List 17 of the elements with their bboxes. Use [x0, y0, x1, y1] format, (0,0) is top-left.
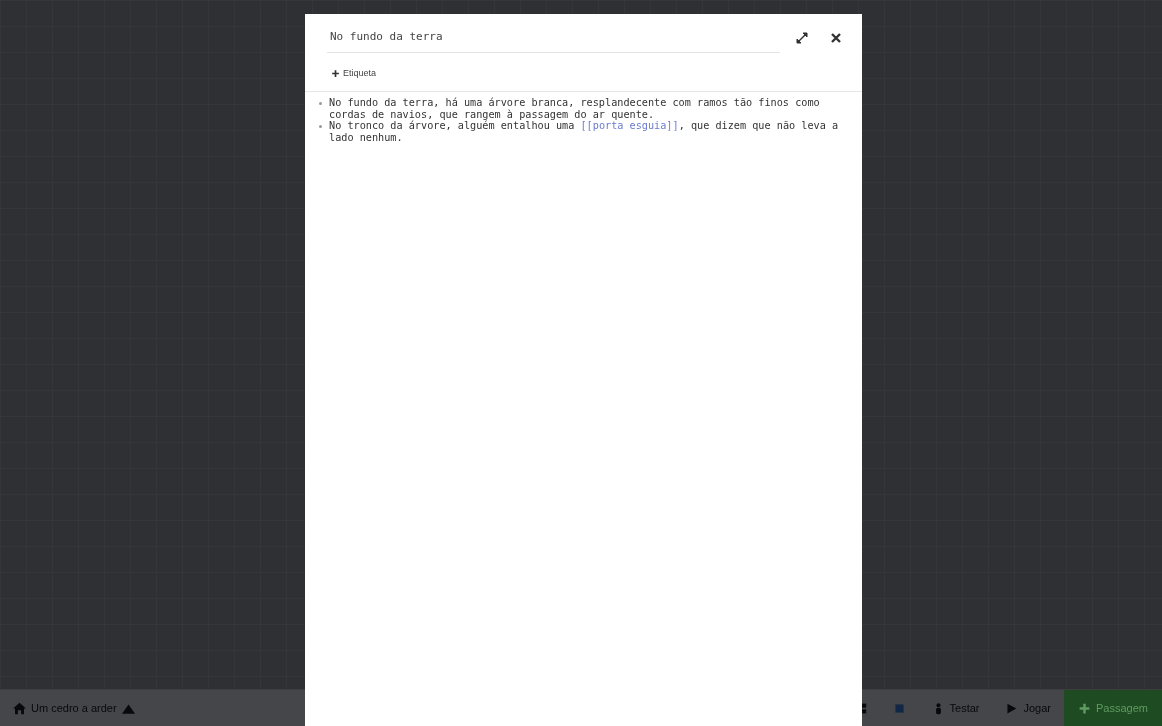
passage-text: No fundo da terra, há uma árvore branca, resplandecente com ramos tão finos como cordas de navios, que rangem à passagem do ar quente.	[329, 97, 821, 120]
add-tag-button[interactable]: Etiqueta	[329, 65, 379, 81]
home-icon	[13, 701, 26, 715]
passage-text: No tronco da árvore, alguém entalhou uma [[porta esguia]], que dizem que não leva a lado nenhum.	[329, 120, 840, 143]
toolbar-button[interactable]: Jogar	[992, 690, 1064, 726]
passage-link[interactable]: [[porta esguia]]	[580, 120, 679, 131]
bullet-icon	[319, 125, 322, 128]
close-icon	[830, 31, 842, 44]
plus-icon	[1078, 701, 1091, 715]
square-icon	[892, 701, 906, 715]
play-icon	[1005, 701, 1019, 715]
plus-icon	[331, 68, 340, 78]
story-title-button[interactable]: Um cedro a arder	[0, 690, 148, 726]
expand-icon	[796, 31, 808, 44]
new-passage-button[interactable]: Passagem	[1064, 690, 1162, 726]
toolbar-button[interactable]: Testar	[918, 690, 993, 726]
bullet-icon	[319, 102, 322, 105]
